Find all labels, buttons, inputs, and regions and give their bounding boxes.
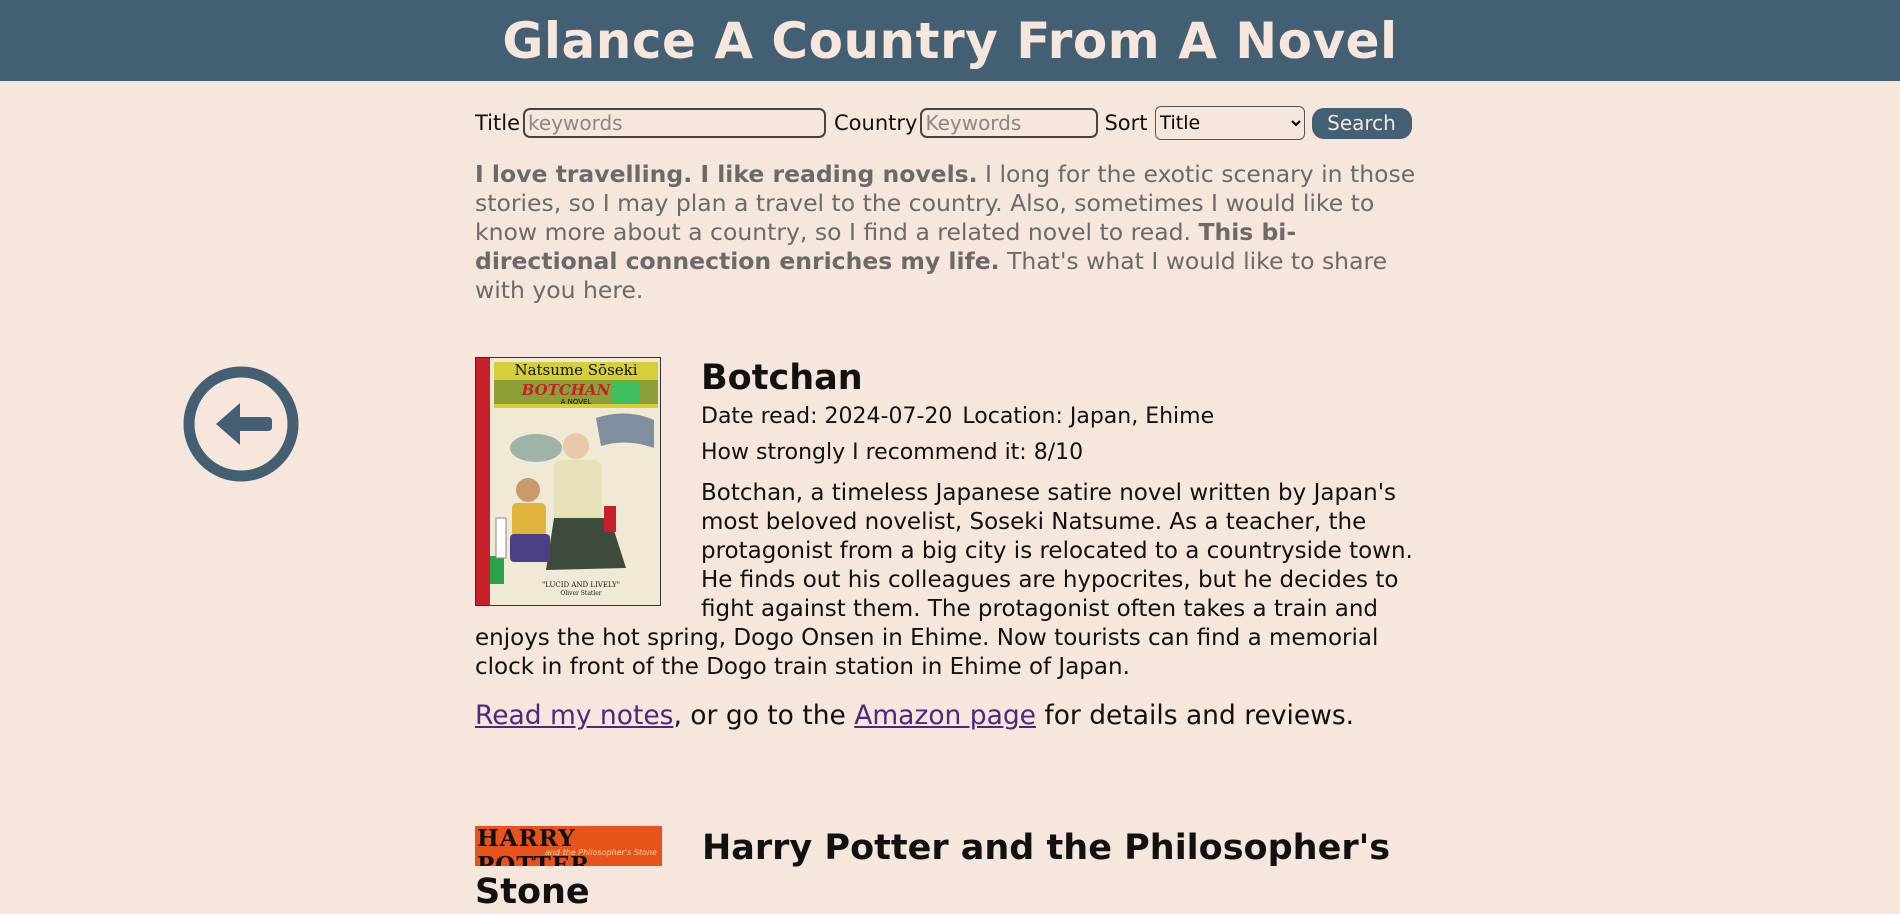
intro-paragraph: I love travelling. I like reading novels… xyxy=(475,160,1425,305)
arrow-left-circle-icon xyxy=(183,366,299,482)
title-filter-label: Title xyxy=(475,111,521,135)
book-links: Read my notes, or go to the Amazon page … xyxy=(475,698,1430,734)
sort-label: Sort xyxy=(1104,111,1148,135)
title-search-input[interactable] xyxy=(523,108,827,138)
main-content: Title Country Sort Title Search I love t… xyxy=(475,104,1430,734)
book-location: Location: Japan, Ehime xyxy=(962,404,1215,429)
back-button[interactable] xyxy=(182,365,300,483)
cover-quote: "LUCID AND LIVELY" xyxy=(542,581,620,589)
country-search-input[interactable] xyxy=(920,108,1099,138)
page-title: Glance A Country From A Novel xyxy=(502,11,1398,70)
country-filter-label: Country xyxy=(834,111,918,135)
search-button[interactable]: Search xyxy=(1311,107,1412,139)
links-middle-text: , or go to the xyxy=(673,700,855,731)
links-tail-text: for details and reviews. xyxy=(1035,700,1355,731)
sort-select[interactable]: Title xyxy=(1154,106,1305,140)
intro-bold-1: I love travelling. I like reading novels… xyxy=(475,160,978,188)
book-entry: HARRY POTTER and the Philosopher's Stone… xyxy=(475,826,1430,914)
cover-author: Natsume Sōseki xyxy=(514,361,638,379)
cover-subtitle: A NOVEL xyxy=(560,398,592,406)
date-read: Date read: 2024-07-20 xyxy=(701,404,953,429)
book-cover-image: Natsume Sōseki BOTCHAN A NOVEL "LUCID AN… xyxy=(475,357,661,606)
cover-title: HARRY POTTER xyxy=(477,826,591,866)
search-form: Title Country Sort Title Search xyxy=(475,104,1430,142)
book-entry: Natsume Sōseki BOTCHAN A NOVEL "LUCID AN… xyxy=(475,357,1430,734)
book-cover-image: HARRY POTTER and the Philosopher's Stone xyxy=(475,826,662,866)
read-notes-link[interactable]: Read my notes xyxy=(475,700,673,731)
cover-title: BOTCHAN xyxy=(521,381,611,399)
cover-quote-by: Oliver Statler xyxy=(560,590,602,597)
amazon-page-link[interactable]: Amazon page xyxy=(854,700,1036,731)
page-header: Glance A Country From A Novel xyxy=(0,0,1900,81)
cover-subtitle: and the Philosopher's Stone xyxy=(545,848,657,857)
